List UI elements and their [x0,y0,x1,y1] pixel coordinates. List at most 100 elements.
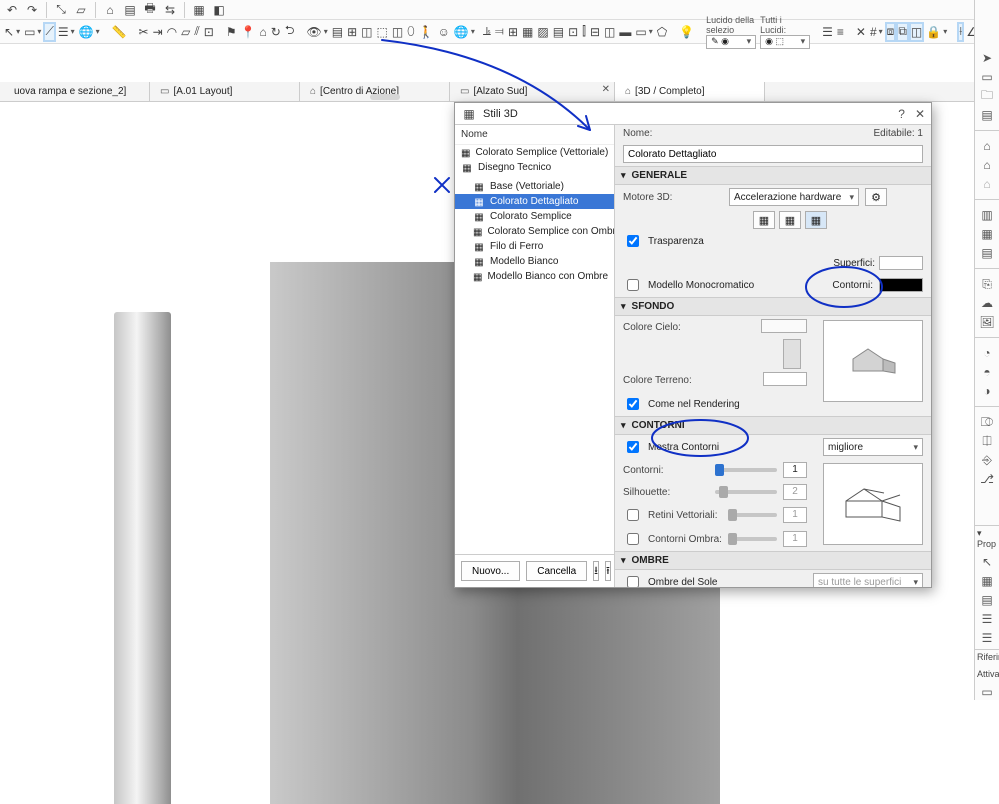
style-item[interactable]: ▦Disegno Tecnico [455,160,614,175]
room-icon[interactable]: ▭ [635,24,646,40]
tab-1[interactable]: ▭[A.01 Layout] [150,82,300,101]
snap-guide-icon[interactable]: ⧈ [887,24,895,40]
sb-sphere-icon[interactable]: ◑ [979,383,995,399]
collapse-handle[interactable] [370,94,400,100]
style-item[interactable]: ▦Modello Bianco [455,254,614,269]
guide2-icon[interactable]: ◫ [911,24,922,40]
sb-tree2-icon[interactable]: ⎅ [979,433,995,449]
mono-checkbox[interactable] [627,279,639,291]
style-item[interactable]: ▦Colorato Semplice [455,209,614,224]
fillet-icon[interactable]: ◠ [167,24,177,40]
style-item[interactable]: ▦Modello Bianco con Ombre [455,269,614,284]
arrows-icon[interactable]: ⇆ [162,2,178,18]
layers-icon[interactable]: ▤ [332,24,343,40]
engine-btn-2[interactable]: ▦ [779,211,801,229]
undo-icon[interactable]: ↶ [4,2,20,18]
quality-select[interactable]: migliore [823,438,923,456]
cielo-swatch[interactable] [761,319,807,333]
surfaces-select[interactable]: su tutte le superfici [813,573,923,587]
ruler-icon[interactable]: 📏 [112,24,127,40]
dialog-titlebar[interactable]: ▦Stili 3D ? ✕ [455,103,931,125]
silhouette-val[interactable]: 2 [783,484,807,500]
dim-icon[interactable]: ⟊ [959,24,962,40]
sb-tree4-icon[interactable]: ⎇ [979,471,995,487]
box-icon[interactable]: ⬚ [376,24,387,40]
measure-icon[interactable]: ⟋ [45,24,53,40]
walk-icon[interactable]: 🚶 [419,24,434,40]
center-icon[interactable]: ⊞ [508,24,518,40]
snap-icon[interactable]: ✕ [856,24,866,40]
global-icon[interactable]: 🌐 [79,24,94,40]
panel-prop[interactable]: ▾ Prop [975,525,999,551]
sb-list-icon[interactable]: ☰ [979,611,995,627]
grid-icon[interactable]: ▦ [191,2,207,18]
extend-icon[interactable]: ⇥ [153,24,163,40]
new-button[interactable]: Nuovo... [461,561,520,581]
sb-link-icon[interactable]: ⎘ [979,276,995,292]
gear-icon[interactable]: ⚙ [865,188,887,206]
trim-icon[interactable]: ✂ [139,24,149,40]
engine-btn-1[interactable]: ▦ [753,211,775,229]
sb-home3-icon[interactable]: ⌂ [979,176,995,192]
cube-icon[interactable]: ◧ [211,2,227,18]
align-left-icon[interactable]: ☰ [822,24,833,40]
sb-tree-icon[interactable]: ⎄ [979,414,995,430]
stairs-icon[interactable]: ☰ [58,24,69,40]
tab-0[interactable]: uova rampa e sezione_2] [0,82,150,101]
section-icon[interactable]: ⫿ [582,24,586,40]
house-icon[interactable]: ⌂ [260,24,267,40]
sb-dot-icon[interactable]: ◔ [979,345,995,361]
cont-ombra-checkbox[interactable] [627,533,639,545]
flag-icon[interactable]: ⚑ [226,24,237,40]
window-icon[interactable]: ⊞ [347,24,357,40]
import-icon[interactable]: ⭳ [593,561,599,581]
style-item[interactable]: ▦Colorato Semplice (Vettoriale) [455,145,614,160]
lock-icon[interactable]: 🔒 [926,24,941,40]
section-sfondo[interactable]: ▾SFONDO [615,297,931,316]
isolate-icon[interactable]: ⊡ [568,24,578,40]
gradient-handle[interactable] [783,339,801,369]
retini-val[interactable]: 1 [783,507,807,523]
sb-doc-icon[interactable]: ▭ [979,69,995,85]
layer-select-2[interactable]: ◉ ⬚ [760,35,810,49]
offset-icon[interactable]: ⊡ [204,24,214,40]
help-icon[interactable]: ? [898,107,905,121]
material-icon[interactable]: ▤ [553,24,564,40]
delete-button[interactable]: Cancella [526,561,587,581]
pin-icon[interactable]: 📍 [241,24,256,40]
sb-tree3-icon[interactable]: ⎆ [979,452,995,468]
halign-icon[interactable]: ⫤ [495,24,504,40]
door-icon[interactable]: ◫ [604,24,615,40]
bulb-icon[interactable]: 💡 [679,24,694,40]
hatch-icon[interactable]: ▨ [537,24,548,40]
valign-icon[interactable]: ⫡ [483,24,491,40]
sb-layers-icon[interactable]: ▥ [979,207,995,223]
split-icon[interactable]: ⫽ [194,24,199,40]
roof-icon[interactable]: ⬠ [657,24,667,40]
3d-icon[interactable]: ◫ [361,24,372,40]
superfici-swatch[interactable] [879,256,923,270]
sb-plus-icon[interactable]: ▭ [979,684,995,700]
sb-cloud-icon[interactable]: ☁ [979,295,995,311]
silhouette-slider[interactable] [715,490,777,494]
globe-icon[interactable]: 🌐 [454,24,469,40]
mostra-contorni-checkbox[interactable] [627,441,639,453]
engine-btn-3[interactable]: ▦ [805,211,827,229]
cont-ombra-val[interactable]: 1 [783,531,807,547]
sb-cursor-icon[interactable]: ↖ [979,554,995,570]
grid-snap-icon[interactable]: # [870,24,877,40]
export-icon[interactable]: ⭱ [605,561,611,581]
trasparenza-checkbox[interactable] [627,235,639,247]
sb-circle-icon[interactable]: ◓ [979,364,995,380]
move-icon[interactable]: ⤡ [53,2,69,18]
style-item[interactable]: ▦Filo di Ferro [455,239,614,254]
contorni-swatch[interactable] [879,278,923,292]
sb-home-icon[interactable]: ⌂ [979,138,995,154]
sb-book-icon[interactable]: ▤ [979,245,995,261]
sb-arrow-icon[interactable]: ➤ [979,50,995,66]
rendering-checkbox[interactable] [627,398,639,410]
terreno-swatch[interactable] [763,372,807,386]
book-icon[interactable]: ▤ [122,2,138,18]
sb-layer2-icon[interactable]: ▦ [979,226,995,242]
sb-home2-icon[interactable]: ⌂ [979,157,995,173]
